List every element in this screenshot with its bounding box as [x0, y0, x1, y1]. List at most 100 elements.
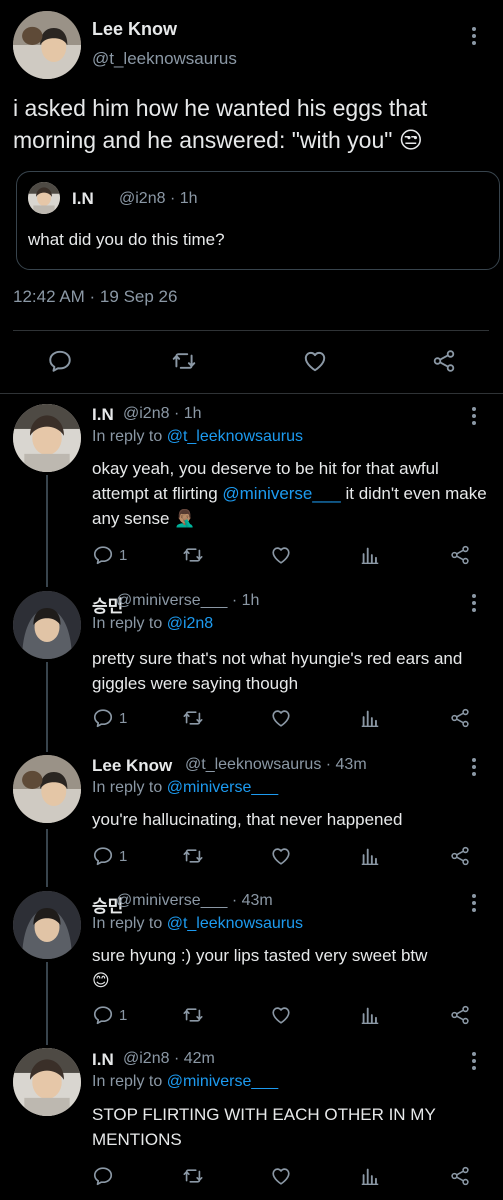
reply-avatar[interactable]: [13, 404, 81, 472]
reply-meta: @miniverse___ · 43m: [116, 892, 273, 909]
more-icon[interactable]: [471, 1052, 477, 1070]
like-button[interactable]: [270, 845, 292, 867]
reply-comment-button[interactable]: 1: [92, 707, 127, 729]
quoted-tweet-author-name: I.N: [72, 189, 94, 208]
reply-to-link[interactable]: @t_leeknowsaurus: [167, 428, 303, 445]
like-button[interactable]: [270, 1004, 292, 1026]
comment-icon: [92, 845, 114, 867]
thread-line: [46, 475, 48, 587]
like-button[interactable]: [270, 1165, 292, 1187]
share-button[interactable]: [449, 845, 471, 867]
reply-count: 1: [119, 546, 128, 564]
reply-avatar[interactable]: [13, 591, 81, 659]
thread-line: [46, 829, 48, 887]
share-button[interactable]: [449, 1165, 471, 1187]
reply-to-link[interactable]: @t_leeknowsaurus: [167, 915, 303, 932]
analytics-icon: [359, 845, 381, 867]
reply-to-link[interactable]: @miniverse___: [167, 1073, 278, 1090]
smiling-emoji: 😊: [92, 971, 110, 990]
like-button[interactable]: [270, 544, 292, 566]
quoted-tweet-meta: @i2n8 · 1h: [119, 190, 198, 207]
like-icon: [270, 1165, 292, 1187]
reply-text: okay yeah, you deserve to be hit for tha…: [92, 459, 487, 528]
main-tweet-author-handle[interactable]: @t_leeknowsaurus: [92, 49, 237, 69]
retweet-button[interactable]: [182, 544, 204, 566]
reply-count: 1: [119, 847, 128, 865]
main-tweet-author-name[interactable]: Lee Know: [92, 19, 177, 40]
share-button[interactable]: [449, 544, 471, 566]
analytics-button[interactable]: [359, 707, 381, 729]
share-icon: [449, 1004, 471, 1026]
main-tweet-timestamp[interactable]: 12:42 AM · 19 Sep 26: [13, 287, 177, 307]
reply-text: pretty sure that's not what hyungie's re…: [92, 649, 463, 693]
like-button[interactable]: [270, 707, 292, 729]
retweet-button[interactable]: [182, 707, 204, 729]
like-icon: [270, 845, 292, 867]
share-button[interactable]: [449, 1004, 471, 1026]
analytics-button[interactable]: [359, 845, 381, 867]
main-tweet-text: i asked him how he wanted his eggs that …: [13, 95, 428, 153]
retweet-icon: [171, 348, 197, 374]
retweet-icon: [182, 1004, 204, 1026]
analytics-icon: [359, 1004, 381, 1026]
main-like-button[interactable]: [302, 348, 328, 374]
reply-text: STOP FLIRTING WITH EACH OTHER IN MY MENT…: [92, 1105, 436, 1149]
main-retweet-button[interactable]: [171, 348, 197, 374]
analytics-icon: [359, 544, 381, 566]
main-share-button[interactable]: [431, 348, 457, 374]
main-comment-button[interactable]: [47, 348, 73, 374]
analytics-icon: [359, 707, 381, 729]
retweet-icon: [182, 845, 204, 867]
reply-avatar[interactable]: [13, 755, 81, 823]
reply-context: In reply to @miniverse___: [92, 779, 279, 796]
main-tweet-avatar[interactable]: [13, 11, 81, 79]
analytics-button[interactable]: [359, 1004, 381, 1026]
quoted-tweet[interactable]: I.N @i2n8 · 1h what did you do this time…: [16, 171, 500, 270]
more-icon[interactable]: [471, 894, 477, 912]
analytics-button[interactable]: [359, 544, 381, 566]
unamused-emoji: 😒: [398, 127, 423, 153]
reply-context: In reply to @i2n8: [92, 615, 214, 632]
retweet-button[interactable]: [182, 1004, 204, 1026]
reply-comment-button[interactable]: 1: [92, 1004, 127, 1026]
reply-meta: @t_leeknowsaurus · 43m: [185, 756, 367, 773]
share-icon: [449, 1165, 471, 1187]
share-icon: [449, 707, 471, 729]
reply-context: In reply to @t_leeknowsaurus: [92, 915, 304, 932]
retweet-icon: [182, 544, 204, 566]
reply-comment-button[interactable]: 1: [92, 845, 127, 867]
analytics-button[interactable]: [359, 1165, 381, 1187]
retweet-button[interactable]: [182, 1165, 204, 1187]
reply-comment-button[interactable]: [92, 1165, 119, 1187]
more-icon[interactable]: [471, 594, 477, 612]
like-icon: [270, 1004, 292, 1026]
reply-author-name[interactable]: I.N: [92, 405, 114, 425]
reply-context: In reply to @miniverse___: [92, 1073, 279, 1090]
share-icon: [449, 845, 471, 867]
reply-author-name[interactable]: I.N: [92, 1050, 114, 1070]
analytics-icon: [359, 1165, 381, 1187]
reply-to-link[interactable]: @miniverse___: [167, 779, 278, 796]
reply-meta: @i2n8 · 42m: [123, 1050, 215, 1067]
retweet-icon: [182, 707, 204, 729]
reply-avatar[interactable]: [13, 1048, 81, 1116]
more-icon[interactable]: [471, 407, 477, 425]
more-icon[interactable]: [471, 27, 477, 45]
reply-text: you're hallucinating, that never happene…: [92, 810, 403, 829]
mention-link[interactable]: @miniverse___: [222, 484, 340, 503]
thread-line: [46, 662, 48, 752]
divider: [0, 393, 503, 394]
reply-author-name[interactable]: Lee Know: [92, 756, 172, 776]
divider: [13, 330, 489, 331]
comment-icon: [92, 707, 114, 729]
reply-count: 1: [119, 1006, 128, 1024]
reply-to-link[interactable]: @i2n8: [167, 615, 214, 632]
share-button[interactable]: [449, 707, 471, 729]
facepalm-emoji: 🤦🏽‍♂️: [174, 509, 196, 528]
like-icon: [270, 707, 292, 729]
more-icon[interactable]: [471, 758, 477, 776]
reply-comment-button[interactable]: 1: [92, 544, 127, 566]
reply-avatar[interactable]: [13, 891, 81, 959]
comment-icon: [92, 544, 114, 566]
retweet-button[interactable]: [182, 845, 204, 867]
